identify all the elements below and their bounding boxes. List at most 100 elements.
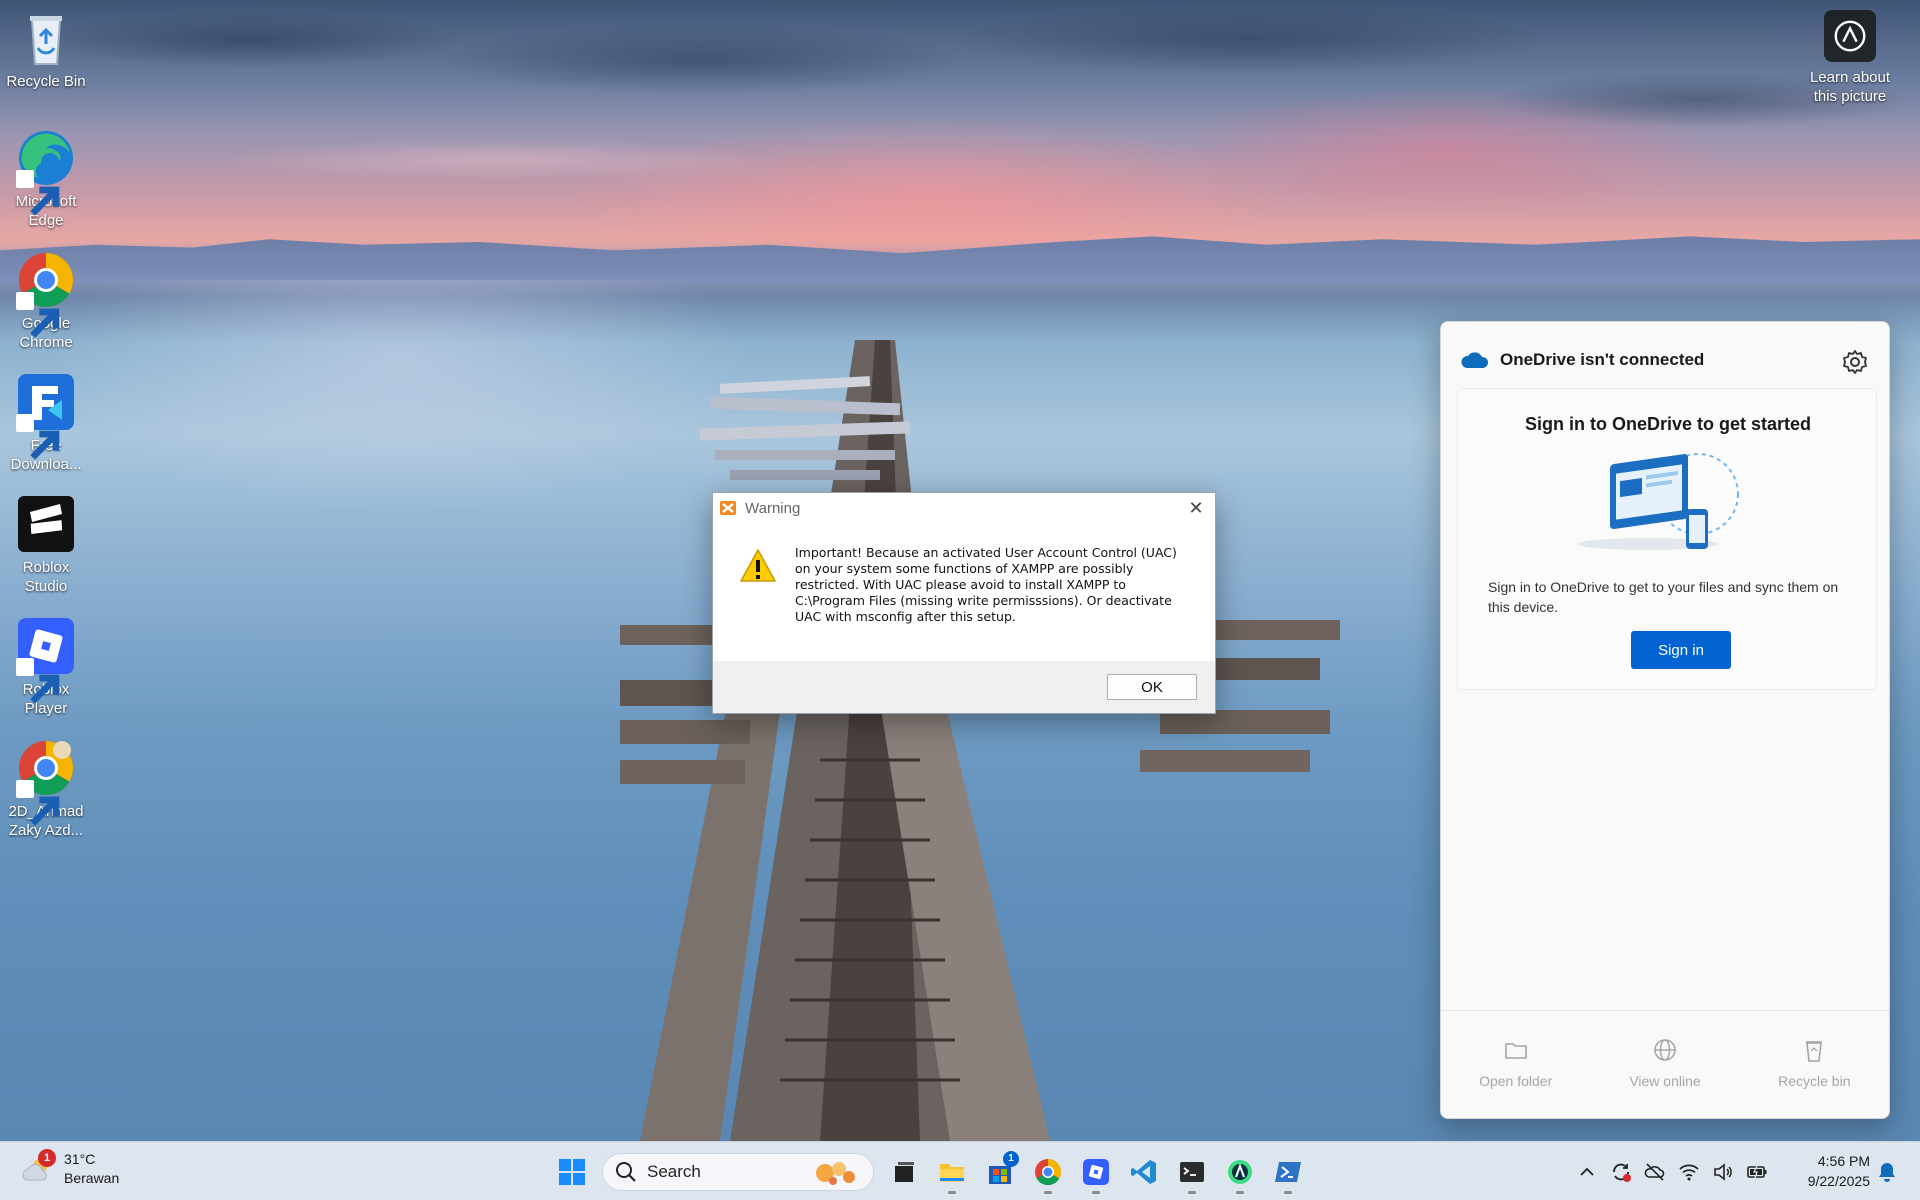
learn-about-this-picture[interactable]: Learn about this picture [1800, 10, 1900, 106]
dialog-close-button[interactable]: ✕ [1185, 497, 1207, 519]
taskbar-search[interactable]: Search [602, 1153, 874, 1191]
desktop-icon-recycle-bin[interactable]: Recycle Bin [0, 8, 92, 91]
search-highlight-icon [816, 1162, 855, 1185]
terminal-icon [1180, 1162, 1204, 1182]
desktop-icon-2d-ahmad-zaky[interactable]: 2D_Ahmad Zaky Azd... [0, 738, 92, 840]
shortcut-arrow-icon [16, 658, 60, 704]
dialog-message: Important! Because an activated User Acc… [795, 545, 1177, 624]
chrome-button[interactable] [1024, 1150, 1072, 1194]
desktop-icon-roblox-studio[interactable]: Roblox Studio [0, 494, 92, 596]
onedrive-description: Sign in to OneDrive to get to your files… [1488, 579, 1839, 615]
battery-button[interactable] [1742, 1157, 1772, 1187]
chevron-up-icon [1580, 1167, 1594, 1176]
desktop-icon-free-download-manager[interactable]: Free Downloa... [0, 372, 92, 474]
recycle-bin-label: Recycle bin [1778, 1073, 1851, 1089]
speaker-icon [1714, 1163, 1732, 1181]
cloudy-weather-icon: 1 [18, 1149, 56, 1188]
onedrive-cloud-icon [1461, 350, 1489, 370]
roblox-button[interactable] [1072, 1150, 1120, 1194]
view-online-button[interactable]: View online [1590, 1011, 1739, 1118]
weather-widget[interactable]: 1 31°C Berawan [18, 1149, 120, 1188]
settings-gear-icon[interactable] [1841, 348, 1869, 376]
microsoft-store-button[interactable]: 1 [976, 1150, 1024, 1194]
wallpaper-mountains [0, 236, 1920, 284]
running-indicator [948, 1191, 956, 1194]
taskbar-clock[interactable]: 4:56 PM 9/22/2025 [1790, 1151, 1870, 1191]
file-explorer-button[interactable] [928, 1150, 976, 1194]
windows-logo-icon [559, 1159, 585, 1185]
recycle-bin-icon [16, 8, 76, 68]
camera-icon [1824, 10, 1876, 62]
open-folder-button[interactable]: Open folder [1441, 1011, 1590, 1118]
file-explorer-icon [940, 1164, 964, 1182]
chrome-icon [1035, 1158, 1062, 1186]
volume-button[interactable] [1708, 1157, 1738, 1187]
powershell-button[interactable] [1264, 1150, 1312, 1194]
desktop-icon-google-chrome[interactable]: Google Chrome [0, 250, 92, 352]
android-studio-button[interactable] [1216, 1150, 1264, 1194]
open-folder-label: Open folder [1479, 1073, 1553, 1089]
dialog-titlebar[interactable]: Warning [713, 493, 1215, 523]
vs-code-button[interactable] [1120, 1150, 1168, 1194]
taskbar-apps: Search 1 [548, 1150, 1312, 1194]
sync-icon [1613, 1163, 1631, 1182]
weather-badge: 1 [38, 1149, 56, 1167]
start-button[interactable] [548, 1150, 596, 1194]
dialog-title: Warning [745, 499, 801, 517]
android-studio-icon [1228, 1160, 1252, 1184]
clock-date: 9/22/2025 [1807, 1173, 1870, 1189]
recycle-bin-button[interactable]: Recycle bin [1740, 1011, 1889, 1118]
taskbar: 1 31°C Berawan Search 1 4:56 PM 9/22/202… [0, 1141, 1920, 1200]
roblox-studio-icon [16, 494, 76, 554]
onedrive-header: OneDrive isn't connected [1500, 350, 1705, 369]
chrome-icon [16, 250, 76, 338]
sync-status-button[interactable] [1606, 1157, 1636, 1187]
battery-charging-icon [1747, 1165, 1767, 1179]
running-indicator [1092, 1191, 1100, 1194]
free-download-manager-icon [16, 372, 76, 460]
folder-icon [1504, 1043, 1527, 1059]
sign-in-button[interactable]: Sign in [1631, 631, 1731, 669]
shortcut-arrow-icon [16, 414, 60, 460]
running-indicator [1236, 1191, 1244, 1194]
onedrive-signin-card: Sign in to OneDrive to get started Sign … [1457, 388, 1877, 690]
shortcut-arrow-icon [16, 780, 60, 826]
terminal-button[interactable] [1168, 1150, 1216, 1194]
onedrive-offline-icon [1644, 1163, 1665, 1181]
notification-bell-icon[interactable] [1874, 1159, 1900, 1185]
store-badge: 1 [1003, 1151, 1019, 1167]
ok-button[interactable]: OK [1107, 674, 1197, 700]
vs-code-icon [1131, 1160, 1156, 1184]
wifi-icon [1679, 1164, 1699, 1181]
system-tray [1570, 1150, 1774, 1194]
wallpaper-pier [620, 340, 1340, 1141]
onedrive-actions: Open folder View online Recycle bin [1441, 1010, 1889, 1118]
weather-temp: 31°C [64, 1151, 96, 1167]
edge-icon [16, 128, 76, 216]
show-hidden-icons-button[interactable] [1572, 1157, 1602, 1187]
desktop-icon-roblox-player[interactable]: Roblox Player [0, 616, 92, 718]
task-view-icon [895, 1162, 914, 1182]
roblox-player-icon [16, 616, 76, 704]
chrome-profile-icon [16, 738, 76, 826]
warning-icon [739, 547, 777, 585]
running-indicator [1044, 1191, 1052, 1194]
onedrive-flyout: OneDrive isn't connected Sign in to OneD… [1440, 321, 1890, 1119]
running-indicator [1188, 1191, 1196, 1194]
onedrive-card-title: Sign in to OneDrive to get started [1524, 414, 1812, 434]
shortcut-arrow-icon [16, 292, 60, 338]
running-indicator [1284, 1191, 1292, 1194]
powershell-icon [1275, 1162, 1301, 1182]
wallpaper-clouds [0, 0, 1920, 200]
task-view-button[interactable] [880, 1150, 928, 1194]
warning-dialog: Warning ✕ Important! Because an activate… [712, 492, 1216, 714]
desktop-icon-microsoft-edge[interactable]: Microsoft Edge [0, 128, 92, 230]
desktop-icon-label: Recycle Bin [6, 73, 86, 90]
weather-condition: Berawan [64, 1170, 120, 1186]
recycle-bin-icon [1806, 1041, 1823, 1062]
roblox-icon [1083, 1159, 1109, 1185]
search-placeholder: Search [647, 1162, 701, 1181]
onedrive-tray-button[interactable] [1640, 1157, 1670, 1187]
search-icon [616, 1162, 636, 1182]
wifi-button[interactable] [1674, 1157, 1704, 1187]
